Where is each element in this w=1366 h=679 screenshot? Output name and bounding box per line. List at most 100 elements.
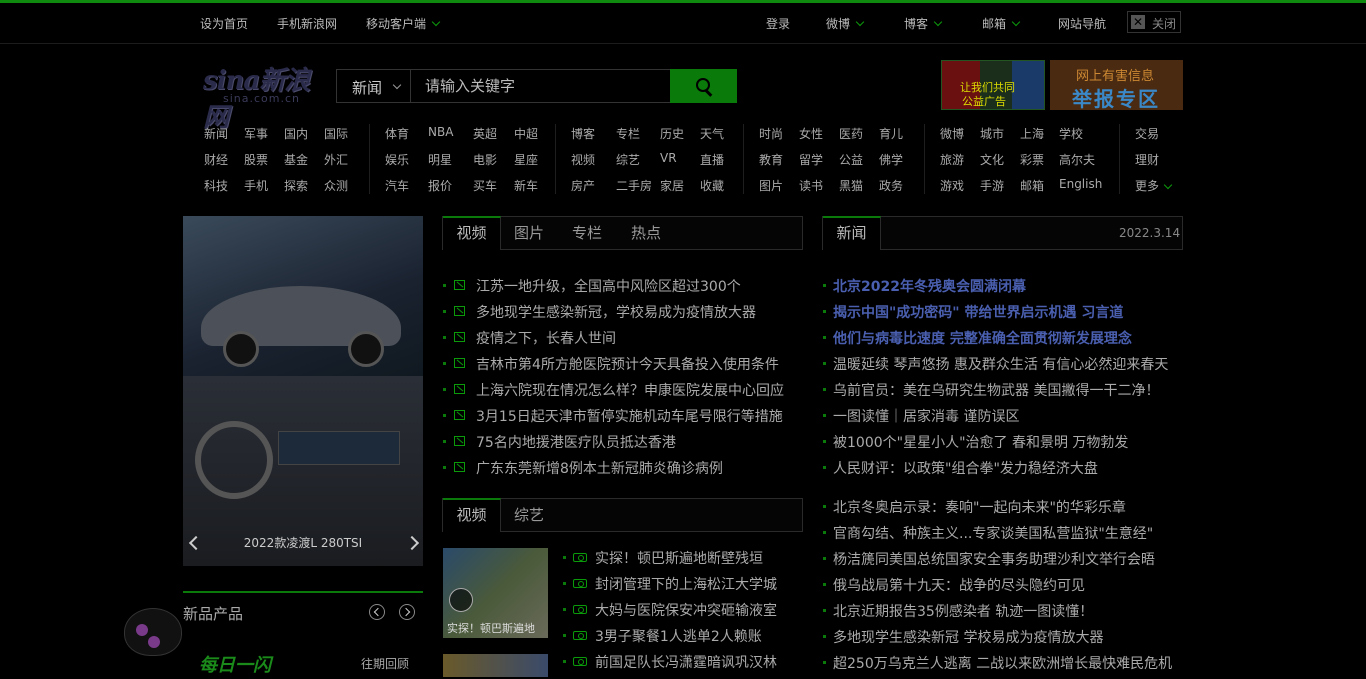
nav-link[interactable]: 体育 xyxy=(385,125,409,142)
nav-link[interactable]: 邮箱 xyxy=(1020,177,1044,194)
tab-hot[interactable]: 热点 xyxy=(617,217,675,250)
nav-link[interactable]: 星座 xyxy=(514,151,538,168)
nav-link[interactable]: 读书 xyxy=(799,177,823,194)
video-link[interactable]: 大妈与医院保安冲突砸输液室 xyxy=(595,600,777,620)
focus-carousel[interactable]: 2022款凌渡L 280TSI xyxy=(183,216,423,566)
weibo-menu[interactable]: 微博 xyxy=(826,15,865,32)
nav-link[interactable]: 佛学 xyxy=(879,151,903,168)
nav-link[interactable]: 报价 xyxy=(428,177,452,194)
prev-button[interactable] xyxy=(369,604,385,620)
nav-link[interactable]: 专栏 xyxy=(616,125,640,142)
nav-link[interactable]: 旅游 xyxy=(940,151,964,168)
nav-link[interactable]: 基金 xyxy=(284,151,308,168)
news-link[interactable]: 官商勾结、种族主义...专家谈美国私营监狱"生意经" xyxy=(833,523,1153,543)
nav-link[interactable]: 文化 xyxy=(980,151,1004,168)
sina-logo[interactable]: sina新浪网 sina.com.cn xyxy=(203,60,315,133)
nav-link[interactable]: 城市 xyxy=(980,125,1004,142)
news-link[interactable]: 广东东莞新增8例本土新冠肺炎确诊病例 xyxy=(476,458,723,478)
news-link[interactable]: 吉林市第4所方舱医院预计今天具备投入使用条件 xyxy=(476,354,779,374)
tab-video[interactable]: 视频 xyxy=(443,216,501,250)
nav-link[interactable]: 探索 xyxy=(284,177,308,194)
nav-link[interactable]: 学校 xyxy=(1059,125,1083,142)
nav-link[interactable]: 手机 xyxy=(244,177,268,194)
video-link[interactable]: 前国足队长冯潇霆暗讽巩汉林 xyxy=(595,652,777,672)
tab-pictures[interactable]: 图片 xyxy=(501,217,557,250)
login-link[interactable]: 登录 xyxy=(766,15,790,32)
nav-link[interactable]: 科技 xyxy=(204,177,228,194)
headline-link[interactable]: 他们与病毒比速度 完整准确全面贯彻新发展理念 xyxy=(833,328,1132,348)
nav-link[interactable]: 新车 xyxy=(514,177,538,194)
past-review-link[interactable]: 往期回顾 xyxy=(361,655,409,672)
news-link[interactable]: 乌前官员：美在乌研究生物武器 美国撇得一干二净！ xyxy=(833,380,1159,400)
nav-link[interactable]: VR xyxy=(660,151,677,165)
nav-link[interactable]: 明星 xyxy=(428,151,452,168)
mail-menu[interactable]: 邮箱 xyxy=(982,15,1021,32)
nav-link[interactable]: 高尔夫 xyxy=(1059,151,1095,168)
news-link[interactable]: 北京冬奥启示录：奏响"一起向未来"的华彩乐章 xyxy=(833,497,1126,517)
nav-link[interactable]: 历史 xyxy=(660,125,684,142)
nav-link[interactable]: 视频 xyxy=(571,151,595,168)
tab-columns[interactable]: 专栏 xyxy=(557,217,617,250)
mobile-sina-link[interactable]: 手机新浪网 xyxy=(277,15,337,32)
nav-link[interactable]: English xyxy=(1059,177,1102,191)
news-link[interactable]: 上海六院现在情况怎么样？申康医院发展中心回应 xyxy=(476,380,784,400)
nav-link[interactable]: 手游 xyxy=(980,177,1004,194)
nav-link[interactable]: 游戏 xyxy=(940,177,964,194)
news-link[interactable]: 75名内地援港医疗队员抵达香港 xyxy=(476,432,676,452)
nav-link[interactable]: 上海 xyxy=(1020,125,1044,142)
close-button[interactable]: ✕ 关闭 xyxy=(1127,11,1181,33)
nav-link[interactable]: 理财 xyxy=(1135,151,1159,168)
news-link[interactable]: 北京近期报告35例感染者 轨迹一图读懂！ xyxy=(833,601,1093,621)
news-link[interactable]: 多地现学生感染新冠 学校易成为疫情放大器 xyxy=(833,627,1103,647)
nav-link[interactable]: 众测 xyxy=(324,177,348,194)
news-link[interactable]: 一图读懂｜居家消毒 谨防误区 xyxy=(833,406,1019,426)
news-link[interactable]: 江苏一地升级，全国高中风险区超过300个 xyxy=(476,276,741,296)
nav-link[interactable]: 英超 xyxy=(473,125,497,142)
video-link[interactable]: 封闭管理下的上海松江大学城 xyxy=(595,574,777,594)
headline-link[interactable]: 揭示中国"成功密码" 带给世界启示机遇 习言道 xyxy=(833,302,1123,322)
report-zone-ad[interactable]: 网上有害信息 举报专区 xyxy=(1050,60,1183,111)
search-input[interactable] xyxy=(411,69,671,103)
nav-link[interactable]: 股票 xyxy=(244,151,268,168)
nav-link[interactable]: 政务 xyxy=(879,177,903,194)
nav-link[interactable]: 微博 xyxy=(940,125,964,142)
mobile-client-menu[interactable]: 移动客户端 xyxy=(366,15,441,32)
nav-link[interactable]: 电影 xyxy=(473,151,497,168)
nav-link[interactable]: 育儿 xyxy=(879,125,903,142)
nav-link[interactable]: 外汇 xyxy=(324,151,348,168)
nav-link[interactable]: 房产 xyxy=(571,177,595,194)
headline-link[interactable]: 北京2022年冬残奥会圆满闭幕 xyxy=(833,276,1026,296)
tab-news[interactable]: 新闻 xyxy=(823,216,881,250)
news-link[interactable]: 杨洁篪同美国总统国家安全事务助理沙利文举行会晤 xyxy=(833,549,1155,569)
video-thumbnail[interactable] xyxy=(443,654,548,677)
news-link[interactable]: 人民财评：以政策"组合拳"发力稳经济大盘 xyxy=(833,458,1098,478)
nav-link[interactable]: 军事 xyxy=(244,125,268,142)
nav-link[interactable]: 图片 xyxy=(759,177,783,194)
tab-variety[interactable]: 综艺 xyxy=(501,499,557,532)
tab-video[interactable]: 视频 xyxy=(443,498,501,532)
search-category-select[interactable]: 新闻 xyxy=(336,69,411,103)
nav-link[interactable]: 交易 xyxy=(1135,125,1159,142)
nav-link[interactable]: 国内 xyxy=(284,125,308,142)
search-button[interactable] xyxy=(670,69,737,103)
nav-link[interactable]: 时尚 xyxy=(759,125,783,142)
nav-link[interactable]: 汽车 xyxy=(385,177,409,194)
mascot-cat[interactable] xyxy=(120,598,184,660)
nav-link[interactable]: 国际 xyxy=(324,125,348,142)
nav-link[interactable]: 财经 xyxy=(204,151,228,168)
nav-link[interactable]: 收藏 xyxy=(700,177,724,194)
news-link[interactable]: 超250万乌克兰人逃离 二战以来欧洲增长最快难民危机 xyxy=(833,653,1172,673)
news-link[interactable]: 多地现学生感染新冠，学校易成为疫情放大器 xyxy=(476,302,756,322)
nav-link[interactable]: 家居 xyxy=(660,177,684,194)
nav-link[interactable]: 买车 xyxy=(473,177,497,194)
nav-link[interactable]: 新闻 xyxy=(204,125,228,142)
nav-link[interactable]: 综艺 xyxy=(616,151,640,168)
nav-link[interactable]: 中超 xyxy=(514,125,538,142)
blog-menu[interactable]: 博客 xyxy=(904,15,943,32)
nav-link[interactable]: 直播 xyxy=(700,151,724,168)
nav-link[interactable]: 医药 xyxy=(839,125,863,142)
nav-link[interactable]: 黑猫 xyxy=(839,177,863,194)
nav-link[interactable]: 二手房 xyxy=(616,177,652,194)
news-link[interactable]: 俄乌战局第十九天：战争的尽头隐约可见 xyxy=(833,575,1085,595)
news-link[interactable]: 疫情之下，长春人世间 xyxy=(476,328,616,348)
